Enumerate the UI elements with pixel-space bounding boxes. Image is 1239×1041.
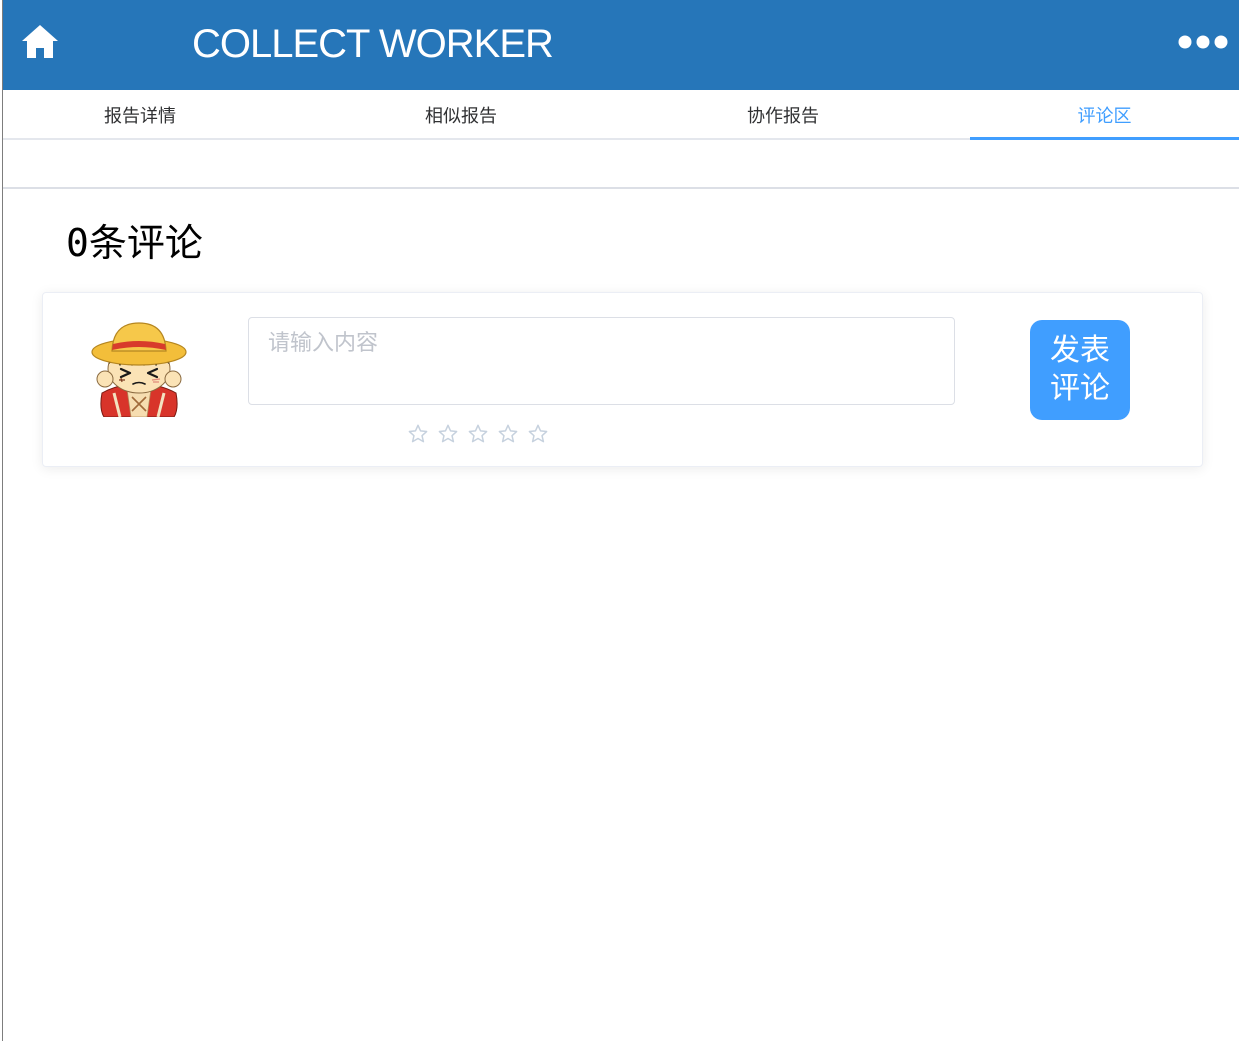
home-icon bbox=[22, 25, 58, 58]
rating-star-5[interactable] bbox=[527, 423, 549, 445]
comment-count: 0 bbox=[66, 221, 89, 265]
star-outline-icon bbox=[408, 424, 428, 443]
home-button[interactable] bbox=[20, 22, 60, 60]
tab-collab-reports[interactable]: 协作报告 bbox=[648, 91, 918, 138]
more-menu-button[interactable] bbox=[1178, 35, 1228, 49]
app-header: COLLECT WORKER bbox=[3, 0, 1239, 90]
comment-input[interactable] bbox=[248, 317, 955, 405]
star-outline-icon bbox=[498, 424, 518, 443]
rating-star-2[interactable] bbox=[437, 423, 459, 445]
avatar bbox=[90, 319, 188, 417]
section-divider bbox=[3, 187, 1239, 189]
star-rating bbox=[407, 423, 557, 445]
app-page: COLLECT WORKER 报告详情 相似报告 协作报告 评论区 0条评论 请… bbox=[0, 0, 1239, 1041]
tab-report-details[interactable]: 报告详情 bbox=[5, 91, 275, 138]
submit-label-line-1: 发表 bbox=[1050, 334, 1110, 367]
more-dots-icon bbox=[1178, 35, 1228, 49]
star-outline-icon bbox=[528, 424, 548, 443]
star-outline-icon bbox=[438, 424, 458, 443]
tab-bar: 报告详情 相似报告 协作报告 评论区 bbox=[3, 91, 1239, 140]
comment-count-heading: 0条评论 bbox=[66, 218, 203, 268]
rating-star-3[interactable] bbox=[467, 423, 489, 445]
rating-star-4[interactable] bbox=[497, 423, 519, 445]
avatar-straw-hat bbox=[91, 322, 187, 366]
app-title: COLLECT WORKER bbox=[192, 22, 554, 66]
comment-count-suffix: 条评论 bbox=[88, 221, 203, 265]
submit-label-line-2: 评论 bbox=[1050, 372, 1110, 405]
cartoon-avatar bbox=[91, 322, 187, 417]
star-outline-icon bbox=[468, 424, 488, 443]
tab-comments[interactable]: 评论区 bbox=[970, 91, 1239, 140]
submit-comment-button[interactable]: 发表 评论 bbox=[1030, 320, 1130, 420]
comment-composer-card: 发表 评论 bbox=[42, 292, 1203, 467]
rating-star-1[interactable] bbox=[407, 423, 429, 445]
tab-similar-reports[interactable]: 相似报告 bbox=[326, 91, 596, 138]
window-edge bbox=[2, 0, 3, 1041]
